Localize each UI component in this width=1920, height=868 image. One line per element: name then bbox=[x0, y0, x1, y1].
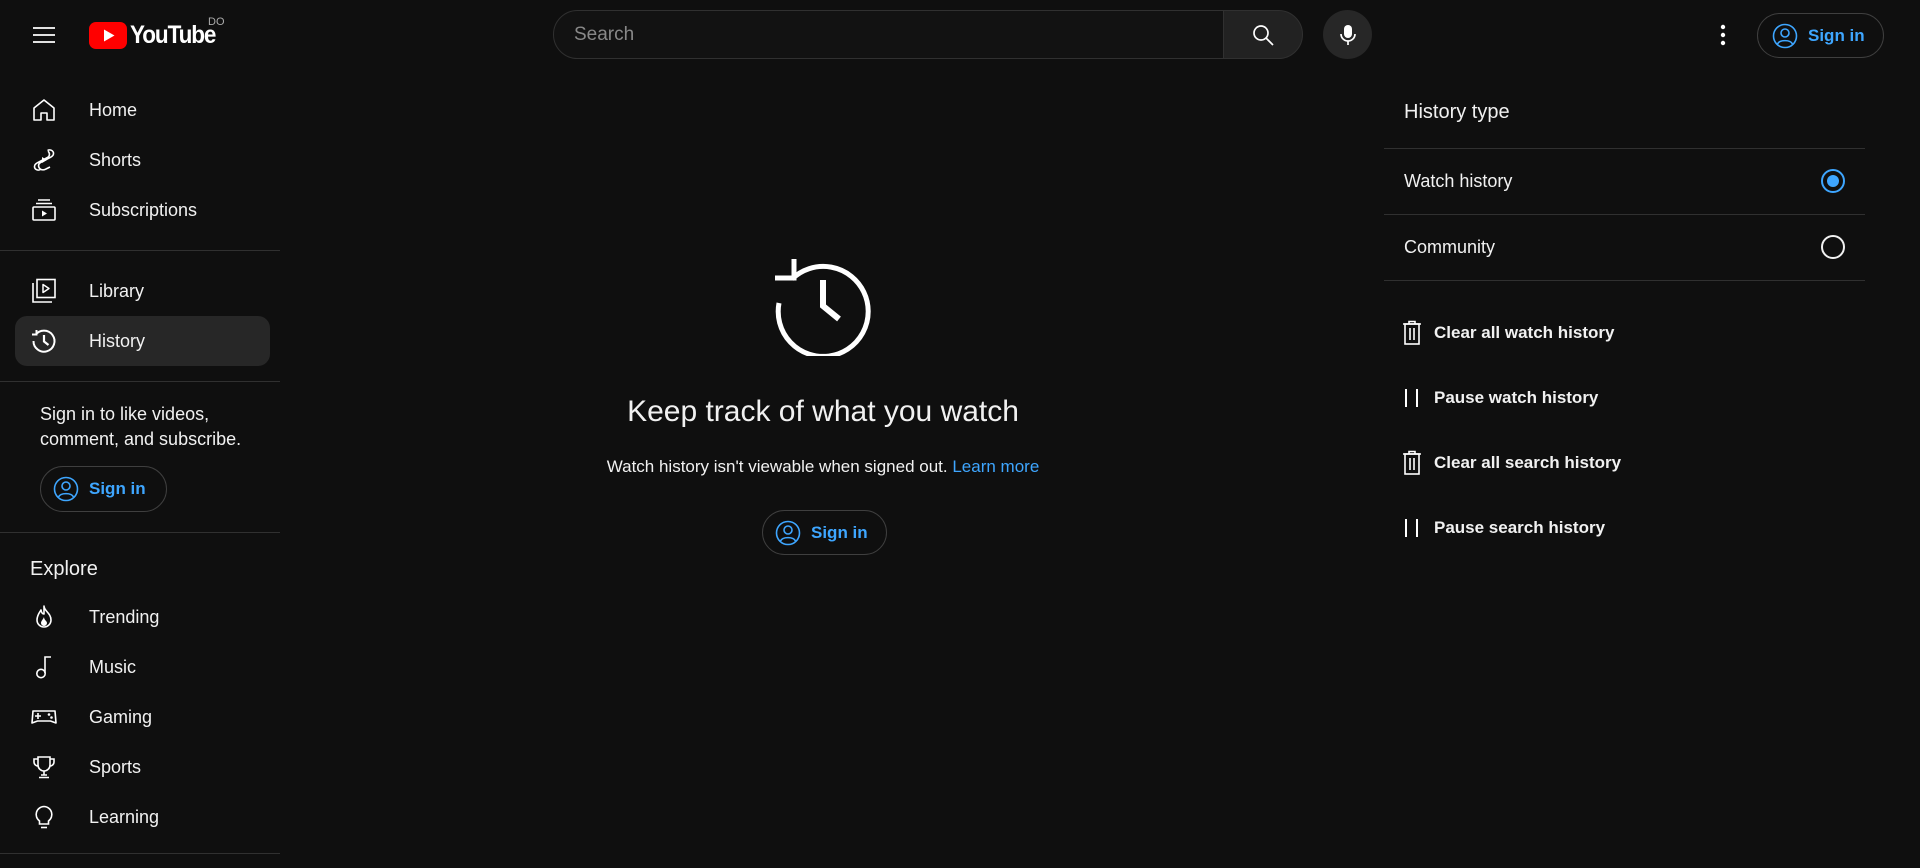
sidebar-item-label: Learning bbox=[89, 806, 160, 827]
learn-more-link[interactable]: Learn more bbox=[952, 457, 1039, 476]
sidebar-divider bbox=[0, 250, 280, 251]
hamburger-menu-icon bbox=[33, 27, 55, 43]
sidebar-divider bbox=[0, 381, 280, 382]
youtube-play-icon bbox=[89, 21, 127, 49]
subscriptions-icon bbox=[29, 195, 59, 225]
empty-state-message: Watch history isn't viewable when signed… bbox=[606, 457, 948, 476]
header-signin-label: Sign in bbox=[1808, 25, 1865, 45]
main-signin-label: Sign in bbox=[811, 522, 868, 542]
logo-wordmark: YouTube bbox=[130, 20, 216, 49]
youtube-logo[interactable]: YouTube bbox=[89, 21, 225, 49]
music-icon bbox=[29, 652, 59, 682]
trash-icon bbox=[1400, 319, 1424, 347]
pause-icon bbox=[1400, 384, 1424, 412]
clear-search-history-button[interactable]: Clear all search history bbox=[1400, 443, 1621, 483]
country-code: DO bbox=[208, 16, 225, 28]
pause-icon bbox=[1400, 514, 1424, 542]
home-icon bbox=[29, 95, 59, 125]
account-circle-icon bbox=[775, 520, 801, 545]
shorts-icon bbox=[29, 145, 59, 175]
sidebar-signin-note: Sign in to like videos, comment, and sub… bbox=[40, 404, 242, 449]
sidebar-item-sports[interactable]: Sports bbox=[15, 742, 270, 792]
sidebar-item-label: Gaming bbox=[89, 706, 153, 727]
vertical-dots-icon bbox=[1720, 24, 1726, 46]
sidebar-item-gaming[interactable]: Gaming bbox=[15, 692, 270, 742]
radio-button[interactable] bbox=[1821, 235, 1845, 259]
radio-button-selected[interactable] bbox=[1821, 169, 1845, 193]
top-bar: YouTube DO Sign in bbox=[0, 0, 1920, 70]
search-input[interactable] bbox=[574, 23, 1223, 46]
search-icon bbox=[1253, 24, 1274, 46]
option-label: Community bbox=[1404, 236, 1496, 257]
explore-section-title: Explore bbox=[30, 558, 98, 580]
settings-more-button[interactable] bbox=[1703, 15, 1743, 55]
history-type-watch-option[interactable]: Watch history bbox=[1384, 148, 1865, 214]
empty-state-title: Keep track of what you watch bbox=[627, 395, 1019, 428]
main-signin-button[interactable]: Sign in bbox=[762, 510, 887, 555]
history-type-title: History type bbox=[1404, 101, 1510, 123]
action-label: Clear all watch history bbox=[1434, 323, 1615, 342]
header-signin-button[interactable]: Sign in bbox=[1757, 13, 1884, 58]
history-type-community-option[interactable]: Community bbox=[1384, 214, 1865, 280]
panel-divider bbox=[1384, 280, 1865, 281]
sidebar-item-home[interactable]: Home bbox=[15, 85, 270, 135]
sidebar-item-label: Library bbox=[89, 280, 145, 301]
trophy-icon bbox=[29, 752, 59, 782]
history-icon bbox=[29, 326, 59, 356]
empty-state-subtitle: Watch history isn't viewable when signed… bbox=[560, 457, 1086, 477]
action-label: Pause search history bbox=[1434, 518, 1606, 537]
sidebar-item-subscriptions[interactable]: Subscriptions bbox=[15, 185, 270, 235]
sidebar-item-label: Music bbox=[89, 656, 137, 677]
sidebar-item-music[interactable]: Music bbox=[15, 642, 270, 692]
gaming-icon bbox=[29, 702, 59, 732]
option-label: Watch history bbox=[1404, 170, 1513, 191]
sidebar-item-label: History bbox=[89, 330, 146, 351]
guide-menu-button[interactable] bbox=[24, 15, 64, 55]
account-circle-icon bbox=[53, 476, 79, 502]
sidebar-item-learning[interactable]: Learning bbox=[15, 792, 270, 842]
search-box bbox=[553, 10, 1224, 59]
guide-sidebar: Home Shorts Subscriptions Library Histor… bbox=[0, 70, 280, 868]
sidebar-divider bbox=[0, 853, 280, 854]
pause-watch-history-button[interactable]: Pause watch history bbox=[1400, 378, 1598, 418]
lightbulb-icon bbox=[29, 802, 59, 832]
radio-dot bbox=[1827, 175, 1839, 187]
sidebar-item-history[interactable]: History bbox=[15, 316, 270, 366]
clear-watch-history-button[interactable]: Clear all watch history bbox=[1400, 313, 1614, 353]
voice-search-button[interactable] bbox=[1323, 10, 1372, 59]
sidebar-item-label: Trending bbox=[89, 606, 160, 627]
trending-icon bbox=[29, 602, 59, 632]
sidebar-divider bbox=[0, 532, 280, 533]
action-label: Pause watch history bbox=[1434, 388, 1599, 407]
sidebar-signin-label: Sign in bbox=[89, 479, 146, 498]
pause-search-history-button[interactable]: Pause search history bbox=[1400, 508, 1605, 548]
library-icon bbox=[29, 276, 59, 306]
sidebar-signin-button[interactable]: Sign in bbox=[40, 466, 167, 512]
sidebar-item-library[interactable]: Library bbox=[15, 266, 270, 316]
history-large-icon bbox=[775, 259, 871, 356]
sidebar-item-trending[interactable]: Trending bbox=[15, 592, 270, 642]
trash-icon bbox=[1400, 449, 1424, 477]
search-button[interactable] bbox=[1223, 10, 1303, 59]
sidebar-item-label: Home bbox=[89, 99, 138, 120]
sidebar-item-label: Subscriptions bbox=[89, 199, 198, 220]
sidebar-item-label: Shorts bbox=[89, 149, 142, 170]
sidebar-item-shorts[interactable]: Shorts bbox=[15, 135, 270, 185]
microphone-icon bbox=[1339, 24, 1356, 45]
sidebar-item-label: Sports bbox=[89, 756, 142, 777]
account-circle-icon bbox=[1772, 23, 1798, 48]
action-label: Clear all search history bbox=[1434, 453, 1622, 472]
